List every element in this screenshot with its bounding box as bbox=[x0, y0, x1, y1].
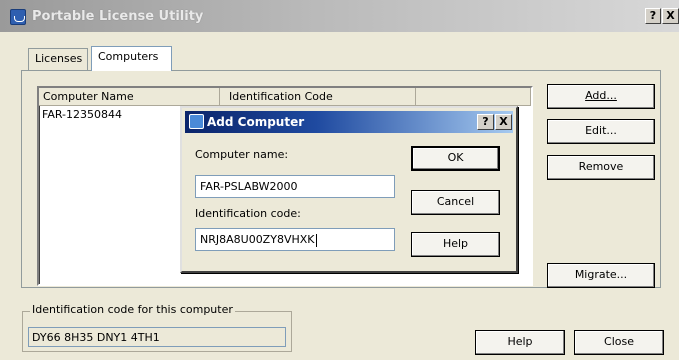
dialog-title: Add Computer bbox=[207, 115, 305, 129]
column-header-identification-code[interactable]: Identification Code bbox=[220, 88, 416, 106]
dialog-title-bar[interactable]: Add Computer ? X bbox=[185, 111, 513, 133]
remove-button[interactable]: Remove bbox=[547, 155, 655, 180]
close-button-label: Close bbox=[604, 335, 634, 348]
computer-name-label: Computer name: bbox=[195, 148, 289, 161]
id-code-label: Identification code: bbox=[195, 207, 301, 220]
list-item-name: FAR-12350844 bbox=[42, 108, 122, 121]
cancel-button[interactable]: Cancel bbox=[411, 190, 500, 215]
dialog-app-icon bbox=[189, 114, 204, 129]
computer-name-field[interactable]: FAR-PSLABW2000 bbox=[195, 175, 395, 198]
column-header-blank[interactable] bbox=[416, 88, 531, 106]
list-item[interactable]: FAR-12350844 bbox=[39, 108, 122, 121]
migrate-button[interactable]: Migrate... bbox=[547, 263, 655, 288]
close-icon[interactable]: X bbox=[662, 8, 679, 24]
column-header-computer-name[interactable]: Computer Name bbox=[39, 88, 220, 106]
ok-button-label: OK bbox=[447, 151, 464, 164]
window-title: Portable License Utility bbox=[32, 9, 204, 24]
id-code-field[interactable]: NRJ8A8U00ZY8VHXK bbox=[195, 228, 395, 251]
app-icon bbox=[10, 9, 26, 25]
help-button-label: Help bbox=[507, 335, 533, 348]
help-icon[interactable]: ? bbox=[645, 8, 661, 24]
computer-name-value: FAR-PSLABW2000 bbox=[200, 180, 298, 193]
add-button-label: Add... bbox=[585, 89, 617, 102]
cancel-button-label: Cancel bbox=[436, 195, 475, 208]
remove-button-label: Remove bbox=[578, 160, 624, 173]
add-button[interactable]: Add... bbox=[547, 84, 655, 109]
close-button[interactable]: Close bbox=[574, 330, 664, 355]
add-computer-dialog: Add Computer ? X Computer name: FAR-PSLA… bbox=[180, 106, 518, 273]
dialog-help-icon[interactable]: ? bbox=[477, 114, 494, 130]
this-computer-legend: Identification code for this computer bbox=[30, 303, 235, 316]
dialog-help-button[interactable]: Help bbox=[411, 232, 500, 257]
this-computer-id-field: DY66 8H35 DNY1 4TH1 bbox=[28, 327, 286, 347]
id-code-value: NRJ8A8U00ZY8VHXK bbox=[200, 233, 315, 246]
text-cursor bbox=[315, 233, 317, 247]
tab-licenses[interactable]: Licenses bbox=[28, 48, 88, 70]
tab-computers[interactable]: Computers bbox=[91, 46, 172, 71]
dialog-close-icon[interactable]: X bbox=[495, 114, 512, 130]
this-computer-id-value: DY66 8H35 DNY1 4TH1 bbox=[32, 331, 160, 344]
ok-button[interactable]: OK bbox=[411, 146, 500, 171]
edit-button-label: Edit... bbox=[585, 124, 617, 137]
main-title-bar[interactable]: Portable License Utility ? X bbox=[0, 0, 679, 32]
migrate-button-label: Migrate... bbox=[574, 268, 628, 281]
help-button[interactable]: Help bbox=[475, 330, 565, 355]
edit-button[interactable]: Edit... bbox=[547, 119, 655, 144]
dialog-help-button-label: Help bbox=[442, 237, 469, 250]
